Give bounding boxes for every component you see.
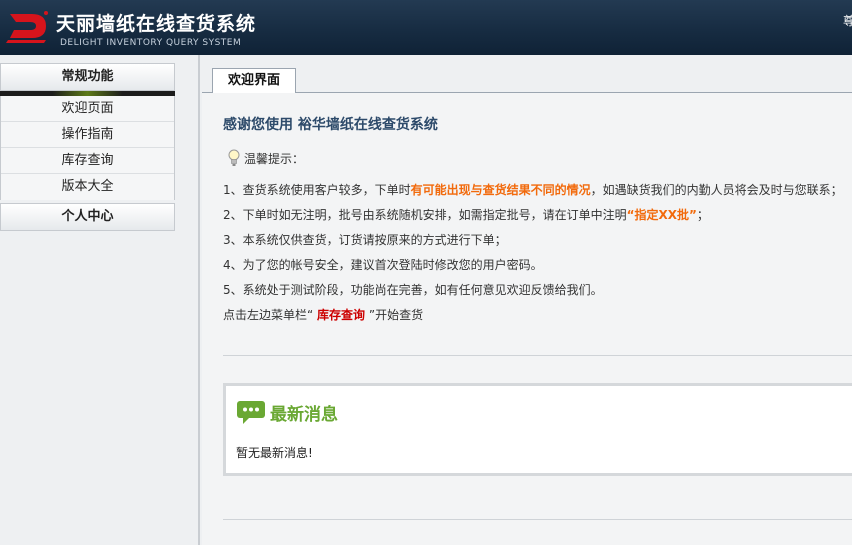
inventory-query-link[interactable]: 库存查询 (317, 308, 365, 322)
sidebar-section-personal[interactable]: 个人中心 (0, 203, 175, 231)
tip-line-4: 4、为了您的帐号安全，建议首次登陆时修改您的用户密码。 (223, 258, 543, 272)
sidebar-item-guide[interactable]: 操作指南 (1, 122, 174, 148)
tip-heading: 温馨提示： (227, 149, 304, 167)
news-body: 暂无最新消息! (236, 446, 313, 460)
tip-line-6-text: 点击左边菜单栏“ (223, 308, 318, 322)
tip-line-5: 5、系统处于测试阶段，功能尚在完善，如有任何意见欢迎反馈给我们。 (223, 283, 603, 297)
news-box: 最新消息 暂无最新消息! (223, 383, 852, 476)
divider-bottom (223, 519, 852, 520)
welcome-panel: 感谢您使用 裕华墙纸在线查货系统 温馨提示： 1、查货系统使用客户较多，下单时有… (202, 93, 852, 545)
sidebar-menu: 欢迎页面 操作指南 库存查询 版本大全 (0, 96, 175, 200)
tip-line-1-tail: ，如遇缺货我们的内勤人员将会及时与您联系； (590, 183, 843, 197)
tip-heading-text: 温馨提示： (244, 151, 305, 166)
tip-line-1-highlight: 有可能出现与查货结果不同的情况 (410, 183, 591, 197)
chat-bubble-icon (237, 401, 265, 424)
tip-line-3: 3、本系统仅供查货，订货请按原来的方式进行下单； (223, 233, 507, 247)
tip-line-2: 2、下单时如无注明，批号由系统随机安排，如需指定批号，请在订单中注明“指定XX批… (223, 206, 709, 223)
tip-line-6-tail: ”开始查货 (365, 308, 424, 322)
sidebar-item-versions[interactable]: 版本大全 (1, 174, 174, 200)
welcome-title: 感谢您使用 裕华墙纸在线查货系统 (223, 117, 438, 133)
app-title: 天丽墙纸在线查货系统 (56, 13, 257, 35)
app-subtitle: DELIGHT INVENTORY QUERY SYSTEM (60, 38, 242, 48)
divider-top (223, 355, 852, 356)
bulb-icon (228, 149, 240, 166)
sidebar-item-welcome[interactable]: 欢迎页面 (1, 96, 174, 122)
tab-welcome[interactable]: 欢迎界面 (212, 68, 296, 94)
logo-icon (6, 11, 48, 43)
news-header: 最新消息 (236, 399, 338, 425)
tip-line-2-highlight: “指定XX批” (626, 208, 697, 222)
app-header: 天丽墙纸在线查货系统 DELIGHT INVENTORY QUERY SYSTE… (0, 0, 852, 55)
tip-line-2-text: 2、下单时如无注明，批号由系统随机安排，如需指定批号，请在订单中注明 (223, 208, 627, 222)
tip-line-1-text: 1、查货系统使用客户较多，下单时 (223, 183, 411, 197)
sidebar-section-general[interactable]: 常规功能 (0, 63, 175, 91)
header-user-text: 尊 (843, 14, 852, 28)
tip-line-6: 点击左边菜单栏“ 库存查询 ”开始查货 (223, 306, 423, 323)
tip-line-1: 1、查货系统使用客户较多，下单时有可能出现与查货结果不同的情况，如遇缺货我们的内… (223, 181, 843, 198)
tab-bar: 欢迎界面 (202, 63, 852, 94)
sidebar: 常规功能 欢迎页面 操作指南 库存查询 版本大全 个人中心 (0, 55, 200, 545)
main-content: 欢迎界面 感谢您使用 裕华墙纸在线查货系统 温馨提示： 1、查货系统使用客户较多… (202, 63, 852, 545)
sidebar-item-inventory[interactable]: 库存查询 (1, 148, 174, 174)
tip-line-2-tail: ； (696, 208, 709, 222)
news-title: 最新消息 (270, 404, 338, 425)
